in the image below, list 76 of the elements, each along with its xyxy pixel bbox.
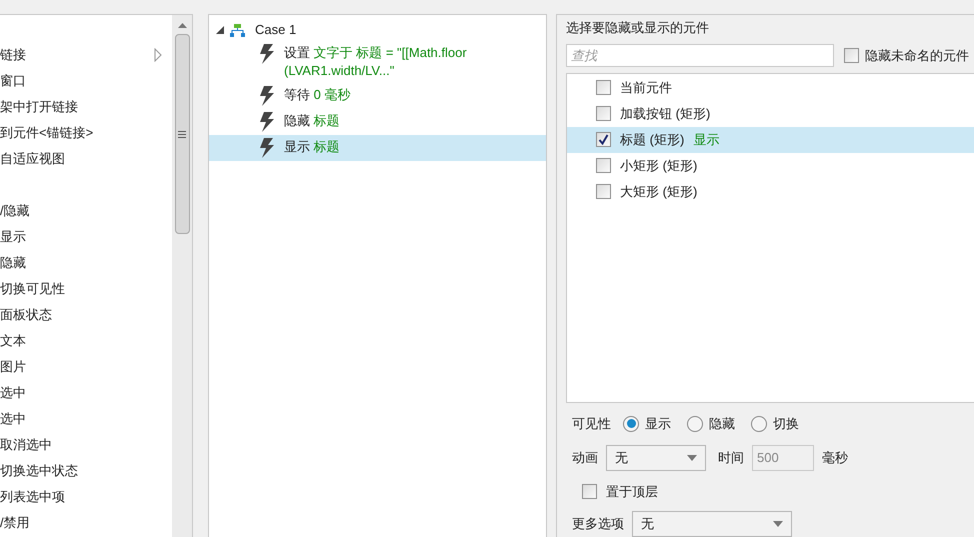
- action-text: 显示 标题: [284, 138, 340, 156]
- action-list-item[interactable]: 窗口: [0, 68, 172, 94]
- more-options-label: 更多选项: [572, 515, 624, 534]
- widget-row[interactable]: 加载按钮 (矩形): [567, 100, 974, 127]
- action-list-item[interactable]: 隐藏: [0, 250, 172, 276]
- checkbox[interactable]: [596, 158, 611, 174]
- submenu-arrow-icon: [154, 48, 162, 62]
- lightning-icon: [259, 112, 275, 132]
- radio-button[interactable]: [751, 416, 767, 432]
- grip-icon: [178, 130, 186, 138]
- caret-icon: [687, 454, 697, 460]
- action-list-item[interactable]: 图片: [0, 354, 172, 380]
- animation-label: 动画: [572, 448, 598, 467]
- action-text: 设置 文字于 标题 = "[[Math.floor (LVAR1.width/LV...": [284, 44, 468, 80]
- checkbox[interactable]: [596, 184, 611, 200]
- lightning-icon: [259, 86, 275, 106]
- panel-heading: 选择要隐藏或显示的元件: [566, 18, 710, 37]
- action-list-item[interactable]: 面板状态: [0, 302, 172, 328]
- scrollbar[interactable]: [172, 15, 192, 537]
- widget-row[interactable]: 当前元件: [567, 74, 974, 101]
- action-text: 等待 0 毫秒: [284, 86, 350, 104]
- widget-status: 显示: [693, 131, 720, 150]
- radio-label: 显示: [645, 415, 671, 433]
- radio-label: 隐藏: [709, 415, 735, 433]
- action-list-item[interactable]: /禁用: [0, 510, 172, 536]
- action-row[interactable]: 设置 文字于 标题 = "[[Math.floor (LVAR1.width/LV...": [209, 41, 546, 83]
- checkbox[interactable]: [582, 484, 597, 499]
- time-label: 时间: [718, 448, 744, 467]
- checkbox-label: 隐藏未命名的元件: [865, 46, 969, 65]
- radio-button[interactable]: [623, 416, 639, 432]
- case-label[interactable]: Case 1: [255, 20, 296, 40]
- lightning-icon: [259, 44, 275, 64]
- widget-row[interactable]: 小矩形 (矩形): [567, 152, 974, 179]
- more-options-select[interactable]: 无: [632, 511, 792, 537]
- action-list-item[interactable]: 切换选中状态: [0, 458, 172, 484]
- widget-label: 加载按钮 (矩形): [620, 105, 710, 124]
- action-list-item[interactable]: 显示: [0, 224, 172, 250]
- animation-select[interactable]: 无: [606, 444, 706, 470]
- widget-label: 小矩形 (矩形): [620, 157, 698, 176]
- action-list-item[interactable]: 自适应视图: [0, 146, 172, 172]
- expand-triangle-icon[interactable]: [216, 26, 224, 34]
- action-list-item[interactable]: 文本: [0, 328, 172, 354]
- widget-row[interactable]: 大矩形 (矩形): [567, 178, 974, 205]
- action-list-item[interactable]: 到元件<锚链接>: [0, 120, 172, 146]
- flowchart-icon: [230, 24, 245, 36]
- widget-row[interactable]: 标题 (矩形) 显示: [567, 126, 974, 153]
- action-list-item[interactable]: 取消选中: [0, 432, 172, 458]
- action-list-item[interactable]: /隐藏: [0, 198, 172, 224]
- checkbox[interactable]: [596, 80, 611, 96]
- checkbox[interactable]: [596, 106, 611, 122]
- time-unit: 毫秒: [822, 448, 848, 467]
- checkbox[interactable]: [596, 132, 611, 148]
- action-list-item[interactable]: 架中打开链接: [0, 94, 172, 120]
- widget-label: 当前元件: [620, 79, 672, 98]
- lightning-icon: [259, 138, 275, 158]
- action-list-item[interactable]: 列表选中项: [0, 484, 172, 510]
- widget-label: 大矩形 (矩形): [620, 183, 698, 202]
- action-list-item[interactable]: 选中: [0, 380, 172, 406]
- visibility-label: 可见性: [572, 415, 611, 433]
- search-field[interactable]: 查找: [566, 44, 834, 67]
- action-row[interactable]: 显示 标题: [209, 135, 546, 161]
- radio-label: 切换: [773, 415, 799, 433]
- action-list-item[interactable]: 切换可见性: [0, 276, 172, 302]
- scroll-up-icon[interactable]: [178, 23, 186, 28]
- checkbox-label: 置于顶层: [606, 482, 658, 500]
- caret-icon: [773, 521, 783, 527]
- widget-label: 标题 (矩形): [620, 131, 684, 150]
- action-row[interactable]: 等待 0 毫秒: [209, 83, 546, 109]
- action-row[interactable]: 隐藏 标题: [209, 109, 546, 135]
- checkmark-icon: [598, 134, 609, 146]
- scroll-thumb[interactable]: [174, 34, 190, 234]
- action-list-item[interactable]: 链接: [0, 42, 172, 68]
- checkbox[interactable]: [844, 48, 859, 63]
- action-text: 隐藏 标题: [284, 112, 340, 130]
- action-list-item[interactable]: 选中: [0, 406, 172, 432]
- radio-button[interactable]: [687, 416, 703, 432]
